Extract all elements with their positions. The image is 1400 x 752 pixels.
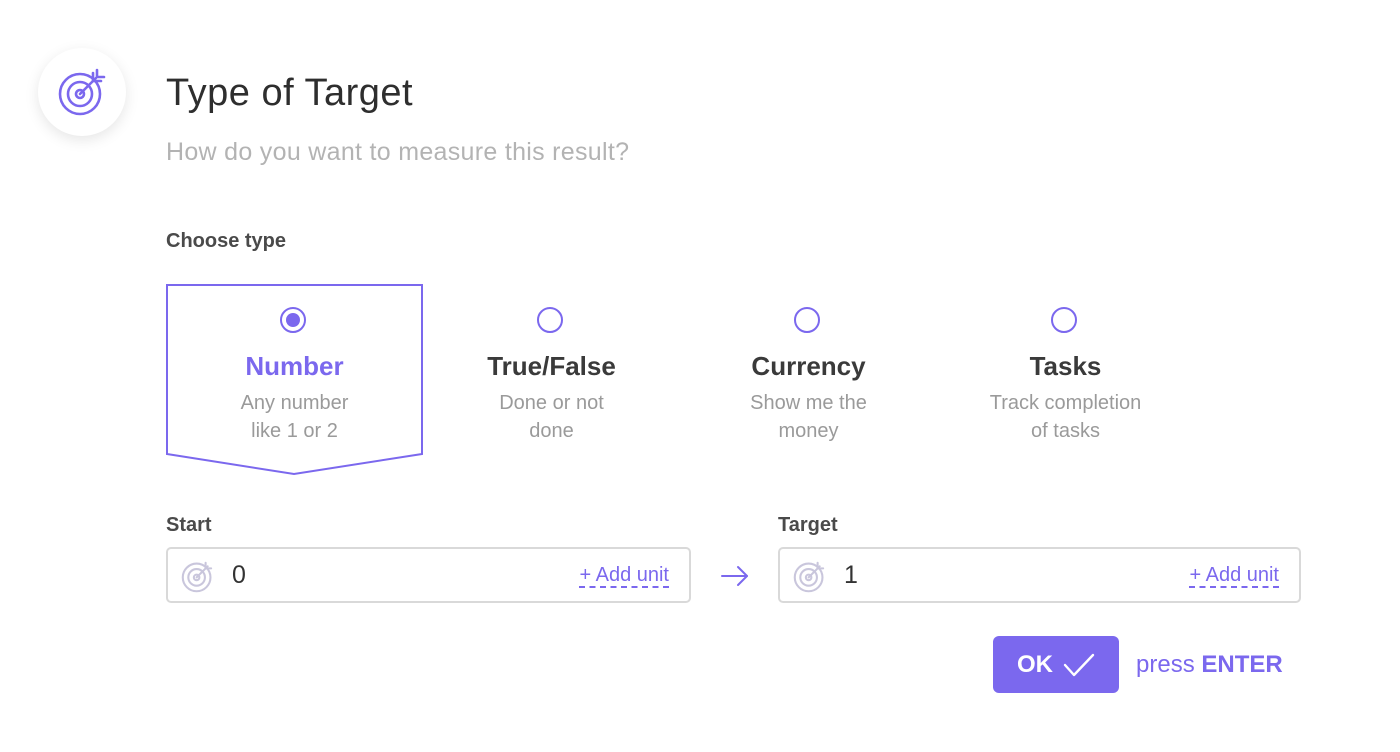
target-label: Target	[778, 514, 838, 536]
type-name: Number	[245, 351, 344, 381]
type-description-line: like 1 or 2	[251, 420, 338, 442]
arrow-right-icon	[721, 566, 748, 586]
type-description: Track completion of tasks	[977, 389, 1154, 445]
type-option-true-false[interactable]: True/False Done or not done	[423, 284, 680, 474]
target-icon	[181, 561, 213, 593]
type-description-line: done	[529, 420, 574, 442]
ok-button[interactable]: OK	[993, 636, 1119, 693]
type-description-line: Show me the	[750, 392, 867, 414]
type-option-currency[interactable]: Currency Show me the money	[680, 284, 937, 474]
type-name: True/False	[487, 351, 616, 381]
type-description: Done or not done	[463, 389, 640, 445]
page-subtitle: How do you want to measure this result?	[166, 138, 630, 166]
type-description-line: of tasks	[1031, 420, 1100, 442]
start-field[interactable]: + Add unit	[166, 547, 691, 603]
start-add-unit-link[interactable]: + Add unit	[579, 564, 669, 588]
press-enter-hint: press ENTER	[1136, 651, 1283, 679]
type-name: Currency	[751, 351, 866, 381]
type-description: Show me the money	[720, 389, 897, 445]
type-option-number[interactable]: Number Any number like 1 or 2	[166, 284, 423, 476]
type-name: Tasks	[1029, 351, 1102, 381]
type-description-line: Done or not	[499, 392, 604, 414]
type-description-line: Track completion	[989, 392, 1142, 414]
type-description-line: money	[778, 420, 839, 442]
checkmark-icon	[1063, 653, 1095, 676]
type-options: Number Any number like 1 or 2 True/False…	[166, 284, 1166, 479]
target-icon	[793, 561, 825, 593]
target-value-input[interactable]	[844, 561, 1094, 590]
radio-currency[interactable]	[794, 307, 820, 333]
target-icon	[58, 68, 106, 116]
type-option-tasks[interactable]: Tasks Track completion of tasks	[937, 284, 1194, 474]
radio-number[interactable]	[280, 307, 306, 333]
type-description-line: Any number	[240, 392, 349, 414]
enter-key-label: ENTER	[1201, 651, 1283, 678]
type-description: Any number like 1 or 2	[206, 389, 383, 445]
choose-type-label: Choose type	[166, 230, 287, 252]
start-value-input[interactable]	[232, 561, 482, 590]
radio-true-false[interactable]	[537, 307, 563, 333]
start-label: Start	[166, 514, 212, 536]
header-logo	[38, 48, 126, 136]
page-title: Type of Target	[166, 72, 414, 114]
press-text: press	[1136, 651, 1195, 678]
ok-button-label: OK	[1017, 650, 1053, 678]
target-add-unit-link[interactable]: + Add unit	[1189, 564, 1279, 588]
radio-tasks[interactable]	[1051, 307, 1077, 333]
target-field[interactable]: + Add unit	[778, 547, 1301, 603]
